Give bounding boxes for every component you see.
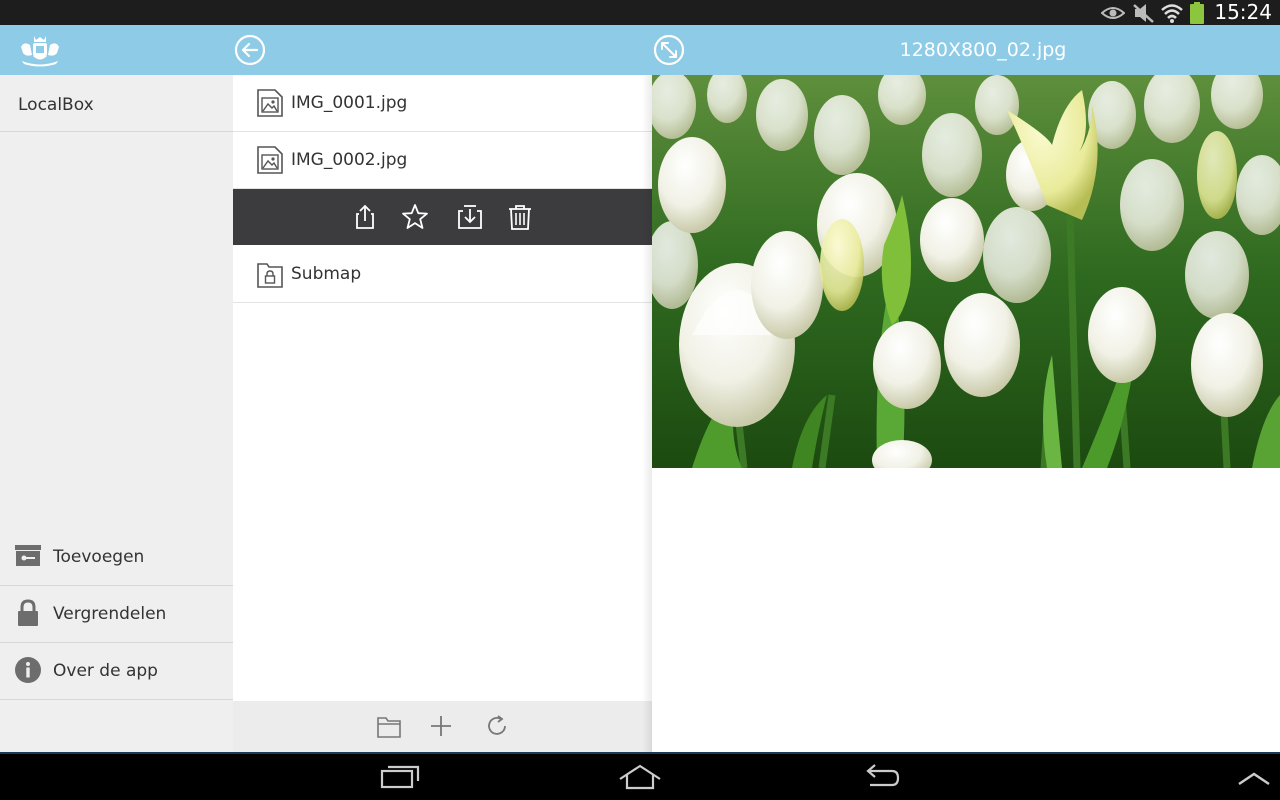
menu-item-toevoegen[interactable]: Toevoegen (0, 529, 233, 586)
file-name: IMG_0001.jpg (291, 93, 408, 113)
file-list: IMG_0001.jpg IMG_0002.jpg Submap (233, 75, 652, 752)
file-name: IMG_0002.jpg (291, 150, 408, 170)
file-preview (652, 75, 1280, 752)
archive-key-icon (15, 545, 41, 566)
collapse-diagonal-icon[interactable] (653, 34, 685, 66)
move-icon[interactable] (456, 203, 484, 231)
locked-folder-icon (257, 263, 283, 288)
menu-item-vergrendelen[interactable]: Vergrendelen (0, 586, 233, 643)
star-icon[interactable] (401, 203, 429, 231)
menu-item-over-de-app[interactable]: Over de app (0, 643, 233, 700)
drawer-title: LocalBox (18, 95, 94, 115)
chevron-up-icon[interactable] (1232, 762, 1276, 792)
selected-file-actions (233, 189, 652, 245)
drawer-menu: Toevoegen Vergrendelen Over de app (0, 529, 233, 700)
trash-icon[interactable] (506, 203, 534, 231)
home-icon[interactable] (618, 762, 662, 792)
share-icon[interactable] (351, 203, 379, 231)
arrow-left-circle-icon[interactable] (234, 34, 266, 66)
menu-item-label: Toevoegen (53, 547, 145, 567)
image-file-icon (257, 89, 283, 117)
navigation-bar (0, 752, 1280, 800)
eye-icon (1101, 6, 1126, 19)
menu-item-label: Vergrendelen (53, 604, 167, 624)
lock-icon (18, 599, 38, 626)
menu-item-label: Over de app (53, 661, 158, 681)
image-file-icon (257, 146, 283, 174)
info-icon (15, 657, 41, 683)
battery-icon (1190, 1, 1205, 24)
list-item-img-0001[interactable]: IMG_0001.jpg (233, 75, 652, 132)
new-folder-icon[interactable] (376, 713, 402, 739)
mute-icon (1133, 3, 1155, 23)
list-item-submap[interactable]: Submap (233, 246, 652, 303)
add-icon[interactable] (428, 713, 454, 739)
white-tulips-photo[interactable] (652, 75, 1280, 468)
clock: 15:24 (1214, 0, 1272, 24)
refresh-icon[interactable] (484, 713, 510, 739)
back-icon[interactable] (860, 762, 904, 792)
action-bar: 1280X800_02.jpg (0, 25, 1280, 75)
recent-apps-icon[interactable] (378, 762, 422, 792)
drawer-item-localbox[interactable]: LocalBox (0, 75, 233, 132)
coat-of-arms-logo[interactable] (18, 33, 62, 67)
navigation-drawer: LocalBox Toevoegen Vergrendelen Over de … (0, 75, 233, 752)
list-item-img-0002[interactable]: IMG_0002.jpg (233, 132, 652, 189)
file-list-toolbar (233, 701, 652, 752)
panel-divider (642, 75, 652, 752)
screen: 15:24 1280X800_02.jpg LocalBox Toevoegen… (0, 0, 1280, 800)
preview-title: 1280X800_02.jpg (899, 39, 1067, 61)
status-icons: 15:24 (1101, 0, 1272, 25)
wifi-icon (1161, 3, 1184, 23)
status-bar: 15:24 (0, 0, 1280, 25)
file-name: Submap (291, 264, 362, 284)
